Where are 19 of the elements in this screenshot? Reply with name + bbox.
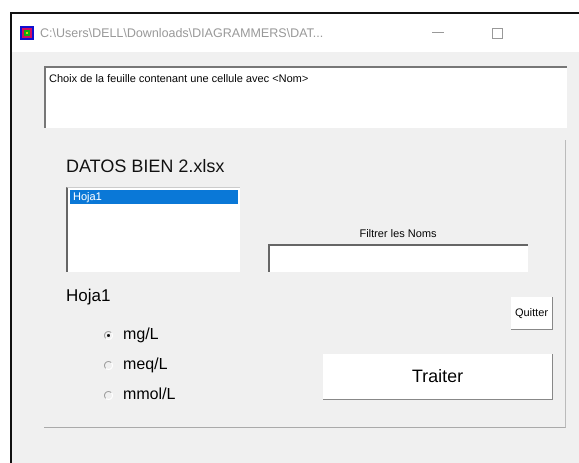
sheet-item[interactable]: Hoja1	[70, 190, 238, 204]
process-button[interactable]: Traiter	[323, 354, 553, 400]
window-title: C:\Users\DELL\Downloads\DIAGRAMMERS\DAT...	[40, 26, 324, 40]
message-box: Choix de la feuille contenant une cellule avec <Nom>	[44, 66, 567, 128]
unit-radio[interactable]: meq/L	[104, 350, 323, 380]
radio-icon[interactable]	[104, 390, 113, 400]
filter-label: Filtrer les Noms	[359, 228, 436, 240]
radio-icon[interactable]	[104, 330, 113, 340]
minimize-icon[interactable]	[432, 32, 444, 34]
radio-icon[interactable]	[104, 360, 113, 370]
unit-radio[interactable]: mg/L	[104, 320, 323, 350]
filter-field[interactable]	[268, 244, 528, 272]
maximize-icon[interactable]	[492, 28, 503, 38]
sheet-label: Hoja1	[66, 286, 112, 306]
app-icon	[20, 26, 34, 40]
quit-button[interactable]: Quitter	[510, 297, 553, 330]
sheet-list[interactable]: Hoja1	[66, 187, 240, 272]
unit-radio[interactable]: mmol/L	[104, 380, 323, 410]
file-name: DATOS BIEN 2.xlsx	[66, 156, 226, 177]
